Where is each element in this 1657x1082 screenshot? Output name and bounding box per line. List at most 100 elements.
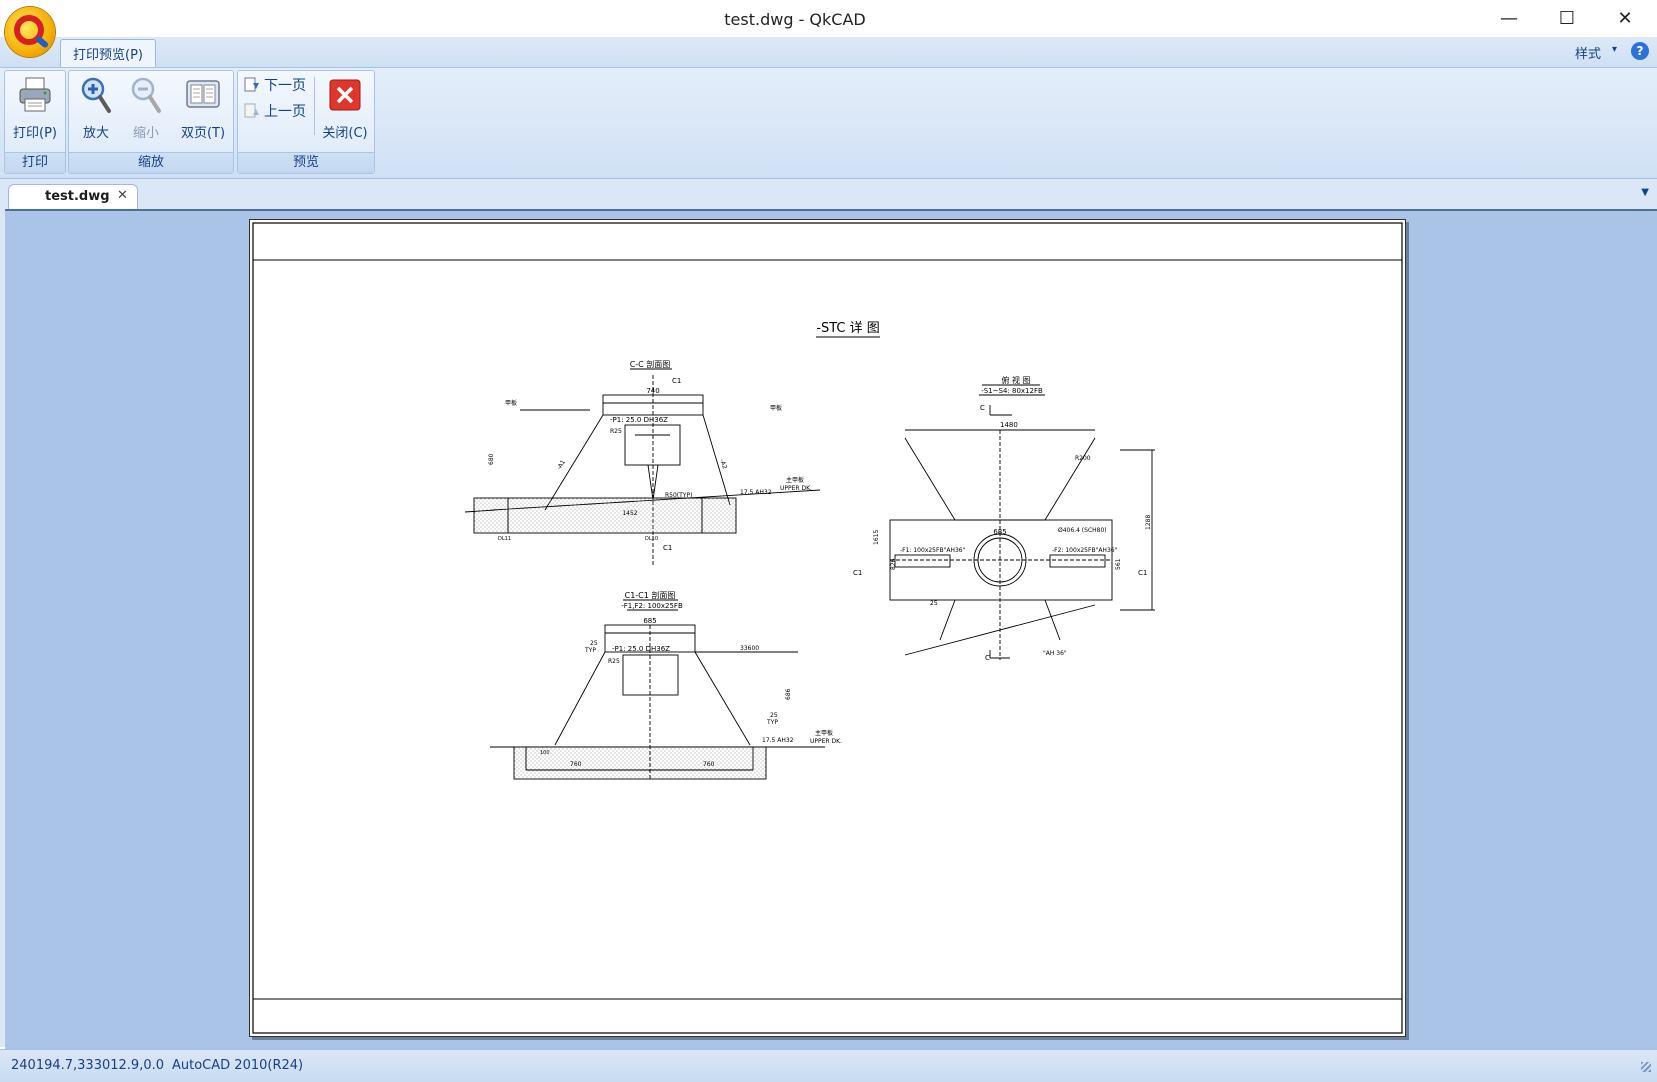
prev-page-button[interactable]: 上一页 [244, 101, 306, 121]
tabs-dropdown-icon[interactable]: ▼ [1641, 187, 1649, 198]
two-page-button[interactable]: 双页(T) [175, 75, 231, 141]
ribbon-panel: 打印(P) 打印 放大 缩小 双页(T) 缩放 下一页 上一页 关闭(C) 预览 [0, 68, 1657, 179]
document-tab[interactable]: test.dwg ✕ [8, 184, 138, 210]
svg-text:1480: 1480 [1000, 421, 1018, 429]
svg-text:DL10: DL10 [645, 536, 658, 542]
maximize-button[interactable]: ☐ [1538, 0, 1596, 37]
svg-text:-F1: 100x25FB"AH36": -F1: 100x25FB"AH36" [900, 547, 966, 554]
svg-text:17.5 AH32: 17.5 AH32 [740, 489, 772, 496]
next-page-icon [244, 77, 260, 93]
svg-text:1452: 1452 [622, 510, 637, 517]
svg-text:561: 561 [1115, 558, 1122, 570]
svg-text:760: 760 [570, 761, 582, 768]
ribbon-tab-bar: 打印预览(P) 样式 ▾ ? [0, 37, 1657, 68]
svg-text:C1-C1 剖面图: C1-C1 剖面图 [625, 590, 676, 600]
cad-drawing: -STC 详 图 C-C 剖面图 C1 740 -P1: 25.0 DH36Z … [252, 222, 1403, 1034]
svg-text:25: 25 [590, 640, 598, 647]
separator [314, 77, 315, 135]
svg-text:-S1~S4: 80x12FB: -S1~S4: 80x12FB [981, 387, 1043, 395]
section-c1-view: C1-C1 剖面图 -F1,F2: 100x25FB 685 -P1: 25.0… [490, 590, 842, 780]
prev-page-icon [244, 103, 260, 119]
preview-group: 下一页 上一页 关闭(C) 预览 [237, 70, 375, 174]
prev-page-label: 上一页 [264, 104, 306, 120]
zoom-out-label: 缩小 [132, 126, 159, 141]
zoom-out-icon [128, 75, 164, 115]
svg-text:Ø406.4 (SCH80): Ø406.4 (SCH80) [1058, 527, 1107, 534]
dim-740: 740 [646, 387, 659, 395]
print-button[interactable]: 打印(P) [10, 75, 60, 141]
document-tab-label: test.dwg [45, 189, 110, 204]
svg-text:UPPER DK.: UPPER DK. [780, 485, 812, 492]
app-logo-icon[interactable] [5, 7, 55, 57]
window-title: test.dwg - QkCAD [724, 10, 866, 29]
status-bar: 240194.7,333012.9,0.0 AutoCAD 2010(R24) [0, 1049, 1657, 1082]
svg-text:826: 826 [890, 558, 897, 570]
svg-text:"AH 36": "AH 36" [1043, 650, 1067, 657]
svg-text:R25: R25 [608, 658, 620, 665]
svg-text:685: 685 [643, 617, 656, 625]
preview-group-label: 预览 [238, 152, 374, 173]
chevron-down-icon[interactable]: ▾ [1612, 44, 1617, 55]
svg-text:17.5 AH32: 17.5 AH32 [762, 737, 794, 744]
close-preview-button[interactable]: 关闭(C) [318, 75, 372, 141]
svg-text:680: 680 [488, 453, 495, 465]
title-bar: test.dwg - QkCAD — ☐ ✕ [0, 0, 1657, 37]
print-button-label: 打印(P) [13, 126, 57, 141]
svg-text:-F1,F2: 100x25FB: -F1,F2: 100x25FB [621, 602, 683, 610]
help-icon[interactable]: ? [1631, 42, 1649, 60]
minimize-icon: — [1500, 8, 1518, 29]
close-icon: ✕ [1617, 8, 1633, 29]
svg-text:25: 25 [930, 600, 938, 607]
cc-view-title: C-C 剖面图 [630, 359, 671, 369]
print-group-label: 打印 [5, 152, 65, 173]
file-version: AutoCAD 2010(R24) [172, 1058, 304, 1073]
svg-text:甲板: 甲板 [770, 404, 782, 412]
resize-grip-icon[interactable] [1641, 1062, 1651, 1072]
svg-text:R200: R200 [1075, 455, 1091, 462]
print-preview-page: -STC 详 图 C-C 剖面图 C1 740 -P1: 25.0 DH36Z … [249, 219, 1406, 1037]
svg-text:C: C [980, 404, 985, 412]
two-page-icon [185, 75, 221, 115]
svg-text:C1: C1 [853, 569, 862, 577]
two-page-label: 双页(T) [180, 126, 226, 141]
minimize-button[interactable]: — [1480, 0, 1538, 37]
close-preview-label: 关闭(C) [322, 126, 368, 141]
tab-close-icon[interactable]: ✕ [117, 188, 128, 203]
svg-text:主甲板: 主甲板 [815, 729, 833, 737]
svg-text:R25: R25 [610, 428, 622, 435]
drawing-title: -STC 详 图 [816, 321, 879, 336]
svg-text:-F2: 100x25FB"AH36": -F2: 100x25FB"AH36" [1052, 547, 1118, 554]
svg-text:C1: C1 [1138, 569, 1147, 577]
zoom-out-button[interactable]: 缩小 [123, 75, 169, 141]
svg-text:686: 686 [785, 688, 792, 700]
svg-text:1288: 1288 [1145, 515, 1152, 530]
svg-text:TYP: TYP [766, 719, 778, 726]
printer-icon [17, 75, 53, 115]
svg-text:UPPER DK.: UPPER DK. [810, 738, 842, 745]
svg-text:俯 视 图: 俯 视 图 [1001, 375, 1030, 385]
svg-text:1615: 1615 [873, 530, 880, 545]
maximize-icon: ☐ [1558, 8, 1576, 29]
tab-print-preview[interactable]: 打印预览(P) [60, 39, 156, 67]
next-page-label: 下一页 [264, 78, 306, 94]
c1-bottom-label: C1 [663, 544, 672, 552]
p1-cc-label: -P1: 25.0 DH36Z [610, 416, 668, 424]
svg-text:TYP: TYP [584, 647, 596, 654]
zoom-in-button[interactable]: 放大 [73, 75, 119, 141]
c1-top-label: C1 [672, 377, 681, 385]
zoom-in-label: 放大 [82, 126, 109, 141]
zoom-group-label: 缩放 [69, 152, 233, 173]
close-icon [327, 75, 363, 115]
section-cc-view: C-C 剖面图 C1 740 -P1: 25.0 DH36Z R25 甲板 -A… [464, 359, 821, 565]
next-page-button[interactable]: 下一页 [244, 75, 306, 95]
svg-text:甲板: 甲板 [505, 399, 517, 407]
cursor-coordinates: 240194.7,333012.9,0.0 [11, 1058, 164, 1073]
svg-text:33600: 33600 [740, 645, 759, 652]
svg-text:-P1: 25.0 DH36Z: -P1: 25.0 DH36Z [612, 645, 670, 653]
plan-view: 俯 视 图 -S1~S4: 80x12FB C 1480 685 -F1: 10… [853, 375, 1155, 662]
style-menu[interactable]: 样式 [1575, 43, 1601, 62]
zoom-group: 放大 缩小 双页(T) 缩放 [68, 70, 234, 174]
svg-text:760: 760 [703, 761, 715, 768]
svg-text:DL11: DL11 [498, 536, 511, 542]
close-window-button[interactable]: ✕ [1596, 0, 1654, 37]
